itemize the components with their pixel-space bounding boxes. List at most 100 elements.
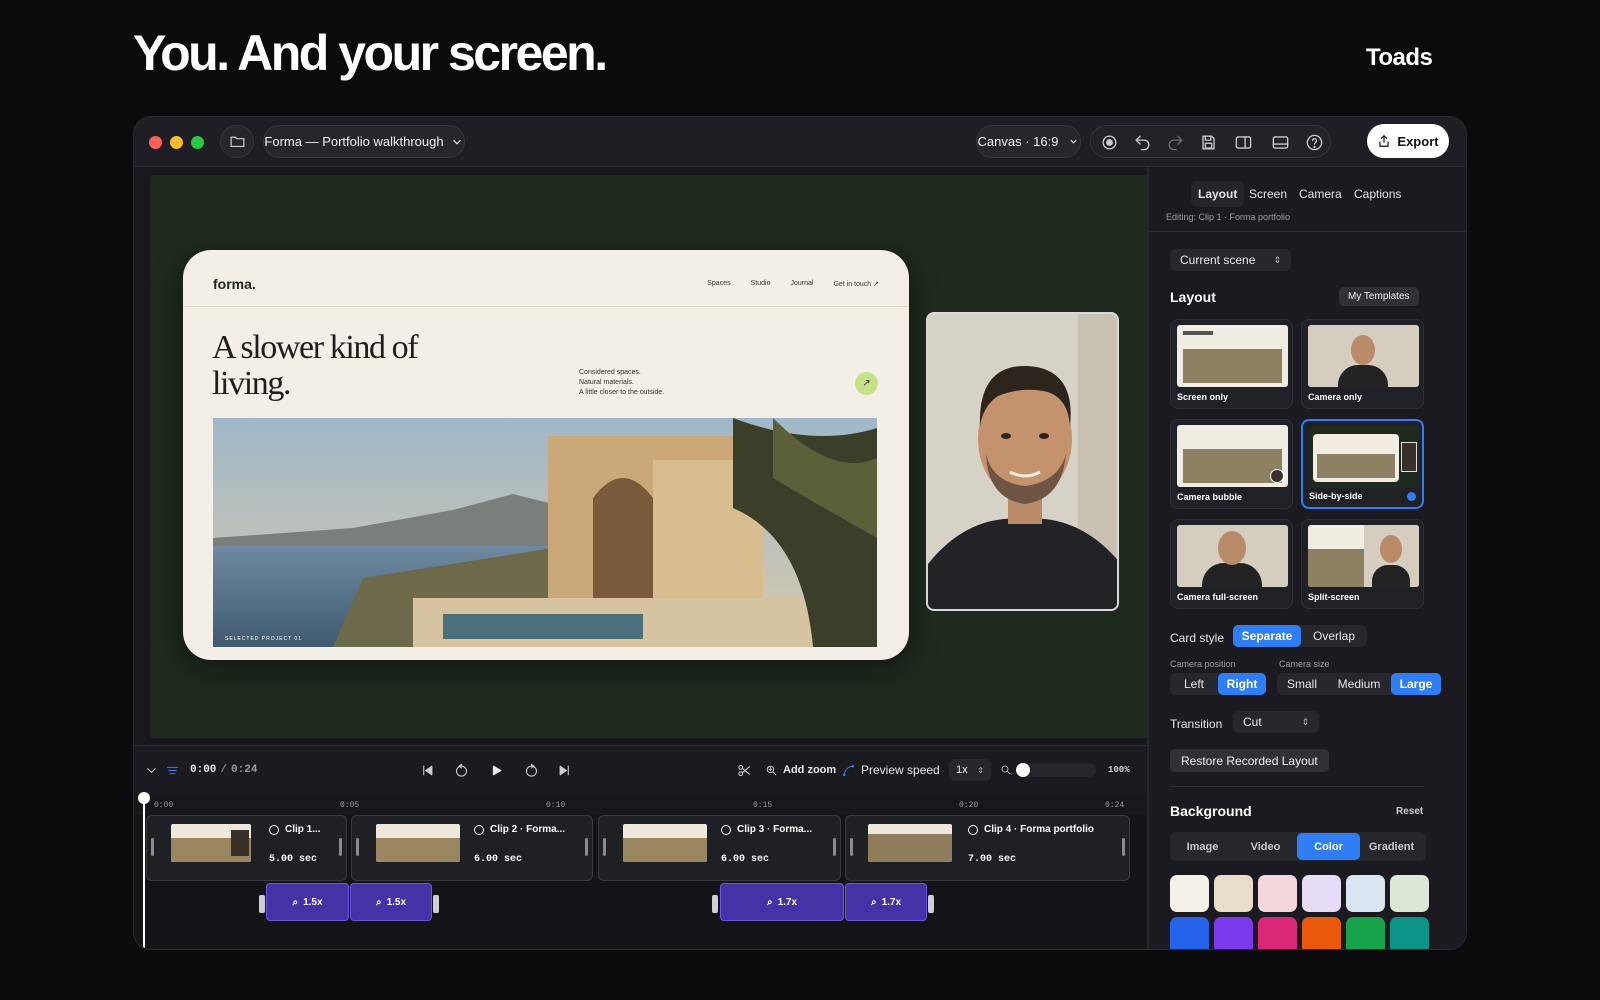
play-button[interactable] [489,746,504,794]
card-style-separate[interactable]: Separate [1233,625,1301,647]
timeline-zoom-slider[interactable] [1016,763,1096,777]
record-button[interactable] [1096,129,1122,155]
camera-size-small[interactable]: Small [1277,673,1327,695]
color-swatch[interactable] [1302,875,1341,912]
color-swatch[interactable] [1258,917,1297,949]
camera-size-medium[interactable]: Medium [1327,673,1391,695]
maximize-window-button[interactable] [191,136,204,149]
color-swatch[interactable] [1346,875,1385,912]
open-folder-button[interactable] [220,125,254,158]
skip-to-end-button[interactable] [557,746,572,794]
toggle-timeline-button[interactable] [1267,129,1293,155]
layout-option-split-screen[interactable]: Split-screen [1301,519,1424,609]
slider-thumb[interactable] [1016,763,1030,777]
camera-position-right[interactable]: Right [1218,673,1266,695]
layout-option-camera-full-screen[interactable]: Camera full-screen [1170,519,1293,609]
zoom-segment[interactable]: ⌕ 1.7x [720,883,844,921]
zoom-trim-handle[interactable] [433,895,439,913]
skip-to-start-button[interactable] [420,746,435,794]
toggle-sidebar-button[interactable] [1230,129,1256,155]
layout-option-camera-bubble[interactable]: Camera bubble [1170,419,1293,509]
project-selector[interactable]: Forma — Portfolio walkthrough [263,125,465,158]
zoom-segment[interactable]: ⌕ 1.7x [845,883,927,921]
zoom-segment[interactable]: ⌕ 1.5x [266,883,349,921]
clip-trim-handle[interactable] [603,838,606,856]
color-swatch[interactable] [1390,875,1429,912]
camera-position-left[interactable]: Left [1170,673,1218,695]
background-color-tab[interactable]: Color [1297,833,1360,860]
clip-trim-handle[interactable] [833,838,836,856]
color-swatch[interactable] [1346,917,1385,949]
layout-option-label: Camera only [1308,392,1363,402]
timeline-menu-button[interactable] [165,746,180,794]
help-button[interactable] [1301,129,1327,155]
close-window-button[interactable] [149,136,162,149]
zoom-trim-handle[interactable] [259,895,265,913]
color-swatch[interactable] [1214,875,1253,912]
color-swatch[interactable] [1170,875,1209,912]
playhead[interactable] [143,795,145,949]
clip-trim-handle[interactable] [151,838,154,856]
screen-card[interactable]: forma. Spaces Studio Journal Get in touc… [183,250,909,660]
transition-select[interactable]: Cut ⇕ [1233,711,1319,733]
card-style-overlap[interactable]: Overlap [1301,625,1367,647]
add-zoom-button[interactable]: Add zoom [765,746,836,794]
camera-card[interactable] [926,312,1119,611]
color-swatch[interactable] [1302,917,1341,949]
zoom-trim-handle[interactable] [928,895,934,913]
preview-stage[interactable]: forma. Spaces Studio Journal Get in touc… [150,175,1150,738]
clip-trim-handle[interactable] [850,838,853,856]
rewind-button[interactable] [454,746,469,794]
color-swatch[interactable] [1390,917,1429,949]
camera-size-large[interactable]: Large [1391,673,1441,695]
zoom-segment[interactable]: ⌕ 1.5x [350,883,432,921]
timeline-ruler[interactable]: 0:00 0:05 0:10 0:15 0:20 0:24 [134,793,1146,815]
preview-speed-control[interactable]: Preview speed [842,746,940,794]
redo-button[interactable] [1162,129,1188,155]
playhead-handle[interactable] [138,792,150,804]
tab-layout[interactable]: Layout [1191,181,1245,207]
tab-captions[interactable]: Captions [1347,181,1408,207]
export-button[interactable]: Export [1367,124,1449,158]
speed-select[interactable]: 1x ⇕ [949,759,991,781]
layout-option-camera-only[interactable]: Camera only [1301,319,1424,409]
timeline-clip[interactable]: Clip 1... 5.00 sec [146,815,347,881]
split-clip-button[interactable] [737,746,752,794]
background-video-tab[interactable]: Video [1234,833,1297,860]
zoom-icon: ⌕ [766,896,773,908]
ruler-tick: 0:20 [959,801,979,810]
clip-trim-handle[interactable] [585,838,588,856]
clip-trim-handle[interactable] [356,838,359,856]
tab-screen[interactable]: Screen [1242,181,1294,207]
target-icon [721,824,731,835]
color-swatch[interactable] [1258,875,1297,912]
my-templates-button[interactable]: My Templates [1339,287,1419,306]
fast-forward-button[interactable] [524,746,539,794]
camera-position-label: Camera position [1170,659,1236,669]
timeline-clip[interactable]: Clip 3 · Forma... 6.00 sec [598,815,841,881]
tab-camera[interactable]: Camera [1292,181,1349,207]
color-swatch[interactable] [1170,917,1209,949]
background-gradient-tab[interactable]: Gradient [1360,833,1423,860]
clip-trim-handle[interactable] [1122,838,1125,856]
divider [1149,231,1466,232]
collapse-timeline-button[interactable] [144,746,159,794]
color-swatch[interactable] [1214,917,1253,949]
reset-button[interactable]: Reset [1396,806,1423,817]
undo-button[interactable] [1129,129,1155,155]
timeline-clip[interactable]: Clip 4 · Forma portfolio 7.00 sec [845,815,1130,881]
layout-option-side-by-side[interactable]: Side-by-side [1301,419,1424,509]
background-image-tab[interactable]: Image [1171,833,1234,860]
brand-logo[interactable]: Toads [1366,44,1433,72]
restore-layout-button[interactable]: Restore Recorded Layout [1170,749,1329,772]
layout-thumbnail [1177,425,1288,487]
scene-select[interactable]: Current scene ⇕ [1170,249,1291,271]
clip-trim-handle[interactable] [339,838,342,856]
zoom-trim-handle[interactable] [712,895,718,913]
zoom-icon: ⌕ [375,896,382,908]
save-button[interactable] [1195,129,1221,155]
canvas-ratio-select[interactable]: Canvas · 16:9 [976,125,1081,158]
timeline-clip[interactable]: Clip 2 · Forma... 6.00 sec [351,815,593,881]
layout-option-screen-only[interactable]: Screen only [1170,319,1293,409]
minimize-window-button[interactable] [170,136,183,149]
